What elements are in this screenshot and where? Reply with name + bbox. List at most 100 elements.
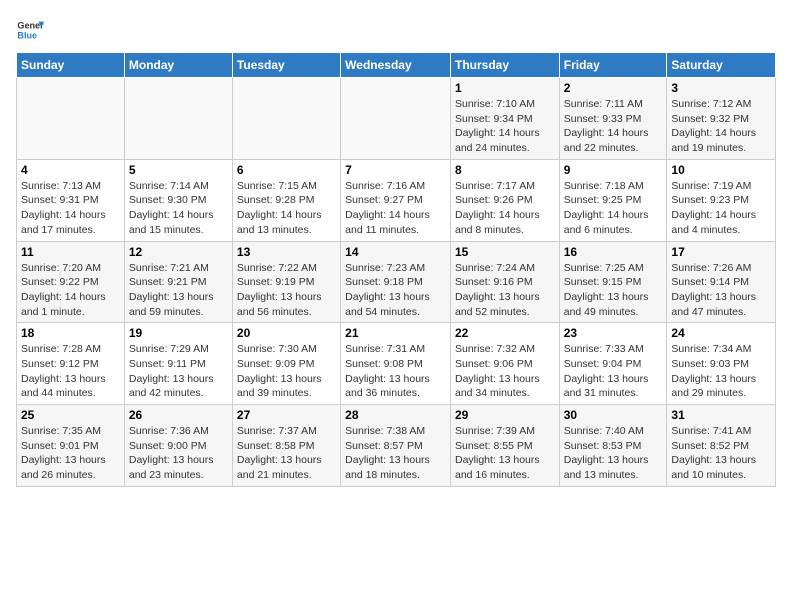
- day-number: 17: [671, 245, 771, 259]
- calendar-cell: 17 Sunrise: 7:26 AM Sunset: 9:14 PM Dayli…: [667, 241, 776, 323]
- day-info: Sunrise: 7:38 AM Sunset: 8:57 PM Dayligh…: [345, 424, 446, 483]
- calendar-cell: [124, 78, 232, 160]
- day-info: Sunrise: 7:29 AM Sunset: 9:11 PM Dayligh…: [129, 342, 228, 401]
- day-info: Sunrise: 7:16 AM Sunset: 9:27 PM Dayligh…: [345, 179, 446, 238]
- calendar-week-5: 25 Sunrise: 7:35 AM Sunset: 9:01 PM Dayli…: [17, 405, 776, 487]
- calendar-cell: 30 Sunrise: 7:40 AM Sunset: 8:53 PM Dayli…: [559, 405, 667, 487]
- day-number: 14: [345, 245, 446, 259]
- calendar-cell: 18 Sunrise: 7:28 AM Sunset: 9:12 PM Dayli…: [17, 323, 125, 405]
- calendar-cell: 1Sunrise: 7:10 AM Sunset: 9:34 PM Daylig…: [450, 78, 559, 160]
- day-number: 23: [564, 326, 663, 340]
- day-info: Sunrise: 7:35 AM Sunset: 9:01 PM Dayligh…: [21, 424, 120, 483]
- day-info: Sunrise: 7:15 AM Sunset: 9:28 PM Dayligh…: [237, 179, 336, 238]
- calendar-cell: 9 Sunrise: 7:18 AM Sunset: 9:25 PM Daylig…: [559, 159, 667, 241]
- logo-icon: General Blue: [16, 16, 44, 44]
- header-sunday: Sunday: [17, 53, 125, 78]
- day-number: 18: [21, 326, 120, 340]
- day-info: Sunrise: 7:13 AM Sunset: 9:31 PM Dayligh…: [21, 179, 120, 238]
- day-info: Sunrise: 7:40 AM Sunset: 8:53 PM Dayligh…: [564, 424, 663, 483]
- day-info: Sunrise: 7:26 AM Sunset: 9:14 PM Dayligh…: [671, 261, 771, 320]
- svg-text:Blue: Blue: [17, 30, 37, 40]
- calendar-cell: 5Sunrise: 7:14 AM Sunset: 9:30 PM Daylig…: [124, 159, 232, 241]
- calendar-cell: 28 Sunrise: 7:38 AM Sunset: 8:57 PM Dayli…: [341, 405, 451, 487]
- calendar-week-4: 18 Sunrise: 7:28 AM Sunset: 9:12 PM Dayli…: [17, 323, 776, 405]
- calendar-cell: 2Sunrise: 7:11 AM Sunset: 9:33 PM Daylig…: [559, 78, 667, 160]
- day-info: Sunrise: 7:19 AM Sunset: 9:23 PM Dayligh…: [671, 179, 771, 238]
- day-number: 1: [455, 81, 555, 95]
- calendar-cell: 16Sunrise: 7:25 AM Sunset: 9:15 PM Dayli…: [559, 241, 667, 323]
- day-number: 26: [129, 408, 228, 422]
- day-number: 7: [345, 163, 446, 177]
- day-info: Sunrise: 7:36 AM Sunset: 9:00 PM Dayligh…: [129, 424, 228, 483]
- day-number: 25: [21, 408, 120, 422]
- day-info: Sunrise: 7:21 AM Sunset: 9:21 PM Dayligh…: [129, 261, 228, 320]
- header-wednesday: Wednesday: [341, 53, 451, 78]
- day-info: Sunrise: 7:18 AM Sunset: 9:25 PM Dayligh…: [564, 179, 663, 238]
- day-number: 2: [564, 81, 663, 95]
- day-number: 24: [671, 326, 771, 340]
- calendar-cell: [341, 78, 451, 160]
- calendar-cell: 29 Sunrise: 7:39 AM Sunset: 8:55 PM Dayli…: [450, 405, 559, 487]
- day-info: Sunrise: 7:24 AM Sunset: 9:16 PM Dayligh…: [455, 261, 555, 320]
- calendar-cell: 23 Sunrise: 7:33 AM Sunset: 9:04 PM Dayli…: [559, 323, 667, 405]
- day-number: 31: [671, 408, 771, 422]
- day-info: Sunrise: 7:22 AM Sunset: 9:19 PM Dayligh…: [237, 261, 336, 320]
- day-number: 9: [564, 163, 663, 177]
- calendar-week-3: 11Sunrise: 7:20 AM Sunset: 9:22 PM Dayli…: [17, 241, 776, 323]
- header-thursday: Thursday: [450, 53, 559, 78]
- day-info: Sunrise: 7:14 AM Sunset: 9:30 PM Dayligh…: [129, 179, 228, 238]
- day-number: 30: [564, 408, 663, 422]
- calendar-week-1: 1Sunrise: 7:10 AM Sunset: 9:34 PM Daylig…: [17, 78, 776, 160]
- header-tuesday: Tuesday: [232, 53, 340, 78]
- calendar-cell: 24 Sunrise: 7:34 AM Sunset: 9:03 PM Dayli…: [667, 323, 776, 405]
- day-info: Sunrise: 7:30 AM Sunset: 9:09 PM Dayligh…: [237, 342, 336, 401]
- day-number: 10: [671, 163, 771, 177]
- day-info: Sunrise: 7:41 AM Sunset: 8:52 PM Dayligh…: [671, 424, 771, 483]
- day-number: 4: [21, 163, 120, 177]
- header: General Blue: [16, 16, 776, 44]
- calendar-cell: 31 Sunrise: 7:41 AM Sunset: 8:52 PM Dayli…: [667, 405, 776, 487]
- header-monday: Monday: [124, 53, 232, 78]
- calendar-cell: 8 Sunrise: 7:17 AM Sunset: 9:26 PM Daylig…: [450, 159, 559, 241]
- day-number: 28: [345, 408, 446, 422]
- calendar-cell: 14 Sunrise: 7:23 AM Sunset: 9:18 PM Dayli…: [341, 241, 451, 323]
- calendar-cell: [17, 78, 125, 160]
- calendar-cell: 21Sunrise: 7:31 AM Sunset: 9:08 PM Dayli…: [341, 323, 451, 405]
- calendar-cell: 6 Sunrise: 7:15 AM Sunset: 9:28 PM Daylig…: [232, 159, 340, 241]
- day-number: 8: [455, 163, 555, 177]
- calendar-cell: 26 Sunrise: 7:36 AM Sunset: 9:00 PM Dayli…: [124, 405, 232, 487]
- day-info: Sunrise: 7:37 AM Sunset: 8:58 PM Dayligh…: [237, 424, 336, 483]
- day-info: Sunrise: 7:23 AM Sunset: 9:18 PM Dayligh…: [345, 261, 446, 320]
- calendar-cell: 15Sunrise: 7:24 AM Sunset: 9:16 PM Dayli…: [450, 241, 559, 323]
- calendar-cell: 13 Sunrise: 7:22 AM Sunset: 9:19 PM Dayli…: [232, 241, 340, 323]
- calendar-table: SundayMondayTuesdayWednesdayThursdayFrid…: [16, 52, 776, 487]
- day-number: 11: [21, 245, 120, 259]
- logo: General Blue: [16, 16, 44, 44]
- day-info: Sunrise: 7:17 AM Sunset: 9:26 PM Dayligh…: [455, 179, 555, 238]
- calendar-cell: 11Sunrise: 7:20 AM Sunset: 9:22 PM Dayli…: [17, 241, 125, 323]
- day-info: Sunrise: 7:33 AM Sunset: 9:04 PM Dayligh…: [564, 342, 663, 401]
- day-number: 29: [455, 408, 555, 422]
- day-number: 22: [455, 326, 555, 340]
- day-number: 6: [237, 163, 336, 177]
- calendar-header-row: SundayMondayTuesdayWednesdayThursdayFrid…: [17, 53, 776, 78]
- day-info: Sunrise: 7:34 AM Sunset: 9:03 PM Dayligh…: [671, 342, 771, 401]
- day-number: 21: [345, 326, 446, 340]
- day-number: 13: [237, 245, 336, 259]
- calendar-cell: 10 Sunrise: 7:19 AM Sunset: 9:23 PM Dayli…: [667, 159, 776, 241]
- day-number: 19: [129, 326, 228, 340]
- day-info: Sunrise: 7:28 AM Sunset: 9:12 PM Dayligh…: [21, 342, 120, 401]
- header-saturday: Saturday: [667, 53, 776, 78]
- header-friday: Friday: [559, 53, 667, 78]
- calendar-cell: 22Sunrise: 7:32 AM Sunset: 9:06 PM Dayli…: [450, 323, 559, 405]
- day-info: Sunrise: 7:39 AM Sunset: 8:55 PM Dayligh…: [455, 424, 555, 483]
- calendar-cell: 4 Sunrise: 7:13 AM Sunset: 9:31 PM Daylig…: [17, 159, 125, 241]
- calendar-cell: 7 Sunrise: 7:16 AM Sunset: 9:27 PM Daylig…: [341, 159, 451, 241]
- day-number: 20: [237, 326, 336, 340]
- calendar-week-2: 4 Sunrise: 7:13 AM Sunset: 9:31 PM Daylig…: [17, 159, 776, 241]
- calendar-cell: 19 Sunrise: 7:29 AM Sunset: 9:11 PM Dayli…: [124, 323, 232, 405]
- calendar-cell: 12Sunrise: 7:21 AM Sunset: 9:21 PM Dayli…: [124, 241, 232, 323]
- calendar-cell: 25 Sunrise: 7:35 AM Sunset: 9:01 PM Dayli…: [17, 405, 125, 487]
- day-info: Sunrise: 7:12 AM Sunset: 9:32 PM Dayligh…: [671, 97, 771, 156]
- day-number: 16: [564, 245, 663, 259]
